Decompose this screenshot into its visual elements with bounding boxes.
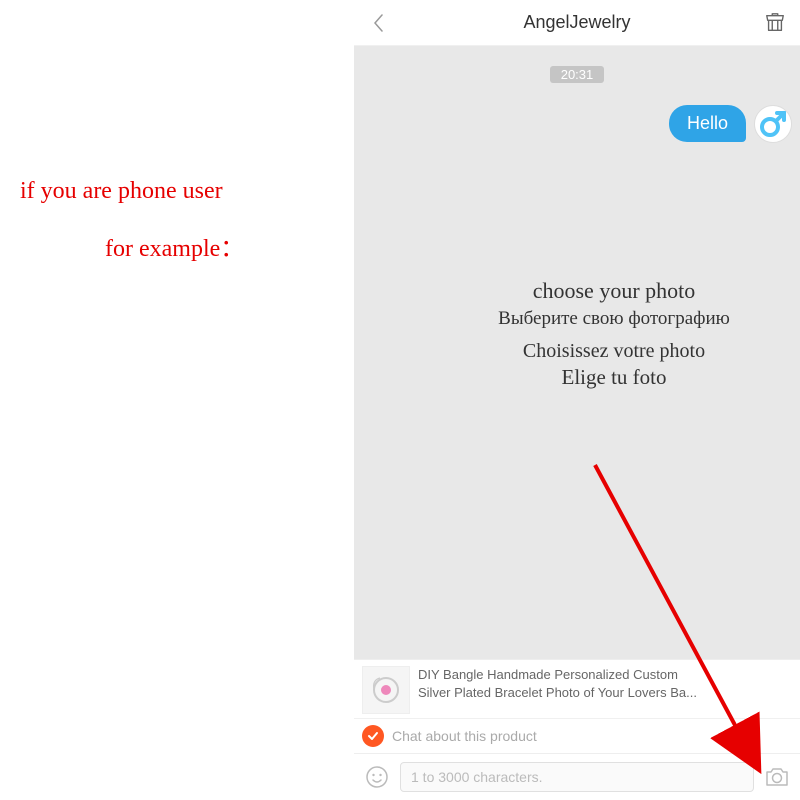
phone-frame: AngelJewelry 20:31 Hello choose your pho…: [354, 0, 800, 800]
emoji-icon[interactable]: [362, 762, 392, 792]
annotation-line-1: if you are phone user: [20, 178, 223, 205]
message-bubble: Hello: [669, 105, 746, 142]
instruction-overlay: choose your photo Выберите свою фотограф…: [444, 278, 784, 390]
product-line-1: DIY Bangle Handmade Personalized Custom: [418, 666, 792, 684]
camera-icon[interactable]: [762, 762, 792, 792]
message-row: Hello: [354, 105, 800, 143]
chat-body: 20:31 Hello choose your photo Выберите с…: [354, 46, 800, 659]
back-icon[interactable]: [364, 8, 394, 38]
male-symbol-icon: [757, 108, 789, 140]
check-icon: [362, 725, 384, 747]
annotation-line-2: for example：: [105, 228, 244, 263]
instruction-es: Elige tu foto: [444, 365, 784, 390]
product-line-2: Silver Plated Bracelet Photo of Your Lov…: [418, 684, 792, 702]
timestamp-badge: 20:31: [550, 66, 604, 83]
avatar[interactable]: [754, 105, 792, 143]
chat-header: AngelJewelry: [354, 0, 800, 46]
chat-about-row[interactable]: Chat about this product: [354, 718, 800, 753]
product-thumbnail: [362, 666, 410, 714]
message-input[interactable]: [400, 762, 754, 792]
instruction-en: choose your photo: [444, 278, 784, 304]
instruction-fr: Choisissez votre photo: [444, 340, 784, 363]
chat-about-label: Chat about this product: [392, 728, 537, 744]
chat-title: AngelJewelry: [394, 12, 760, 33]
shop-icon[interactable]: [760, 8, 790, 38]
product-strip[interactable]: DIY Bangle Handmade Personalized Custom …: [354, 659, 800, 718]
instruction-ru: Выберите свою фотографию: [444, 308, 784, 330]
input-bar: [354, 753, 800, 800]
product-description: DIY Bangle Handmade Personalized Custom …: [418, 666, 792, 701]
